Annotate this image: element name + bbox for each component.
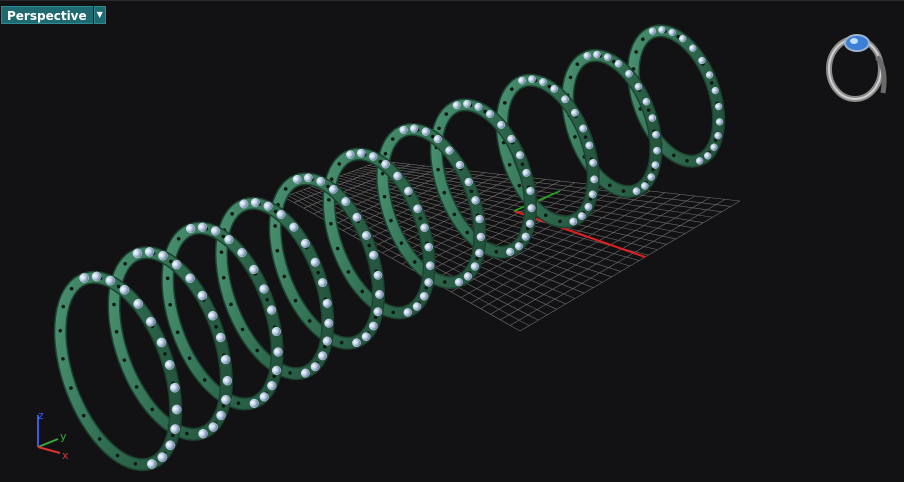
ring-series xyxy=(53,24,726,472)
x-axis-label: x xyxy=(62,449,69,462)
y-axis-line xyxy=(37,438,59,448)
ring-band xyxy=(561,48,663,199)
chevron-down-icon[interactable]: ▼ xyxy=(93,6,106,24)
perspective-viewport[interactable]: Perspective ▼ z y x xyxy=(0,0,904,481)
grid-line xyxy=(375,162,731,207)
z-axis-label: z xyxy=(38,409,44,422)
reference-ring-model[interactable] xyxy=(826,34,887,102)
ring-band xyxy=(626,24,726,168)
ring-band xyxy=(495,73,600,229)
x-axis-line xyxy=(37,446,61,454)
viewport-title[interactable]: Perspective xyxy=(1,6,93,24)
viewport-tab[interactable]: Perspective ▼ xyxy=(1,6,106,24)
y-axis-label: y xyxy=(60,430,67,443)
scene-canvas[interactable] xyxy=(0,1,904,482)
grid-line xyxy=(371,163,722,213)
